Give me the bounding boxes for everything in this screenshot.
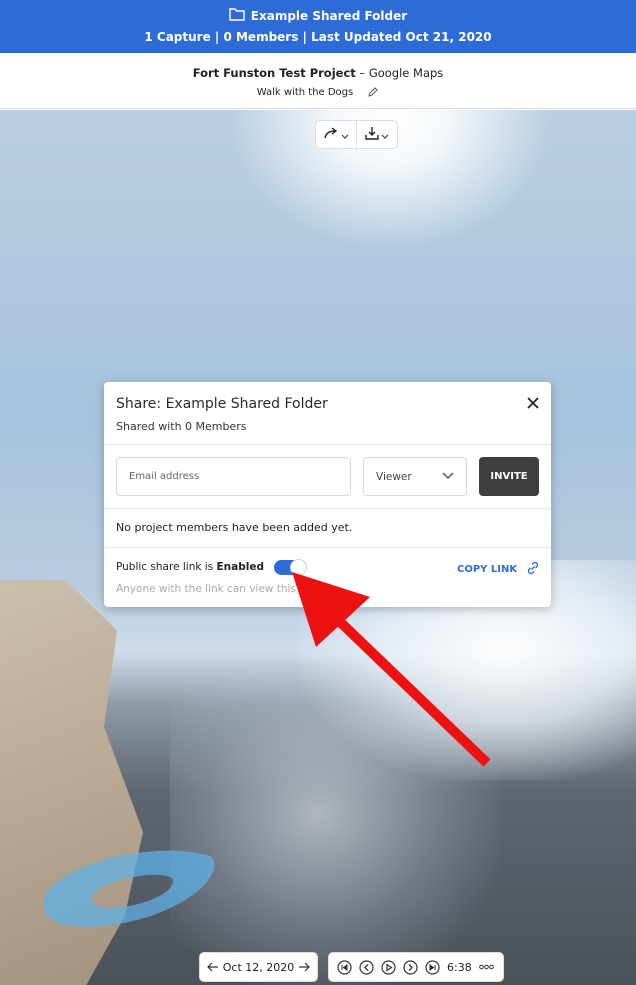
divider [104,444,551,445]
link-icon [525,560,541,579]
divider [104,547,551,548]
public-link-state: Enabled [216,561,265,573]
step-back-icon [359,959,374,975]
project-separator: – [355,66,369,80]
dialog-title: Share: Example Shared Folder [116,396,328,412]
public-link-toggle[interactable] [274,559,307,576]
skip-to-end-button[interactable] [425,959,440,975]
share-dropdown-button[interactable] [316,121,356,148]
folder-icon [229,7,245,24]
capture-date-navigator: Oct 12, 2020 [199,952,318,982]
chevron-down-icon [442,471,454,483]
project-source: Google Maps [368,66,444,80]
water-sparkle [170,670,500,985]
copy-link-label: COPY LINK [457,564,518,575]
no-members-message: No project members have been added yet. [116,521,353,534]
playback-time: 6:38 [447,960,472,974]
more-options-button[interactable] [478,960,494,975]
close-button[interactable] [525,395,541,411]
edit-pencil-icon[interactable] [367,86,379,98]
step-forward-icon [403,959,418,975]
project-header: Fort Funston Test Project – Google Maps … [0,53,636,109]
step-forward-button[interactable] [403,959,418,975]
public-link-prefix: Public share link is [116,561,217,573]
skip-to-start-button[interactable] [337,959,352,975]
skip-end-icon [425,959,440,975]
dialog-subtitle: Shared with 0 Members [116,420,247,433]
play-button[interactable] [381,959,396,975]
folder-name: Example Shared Folder [250,8,408,23]
capture-title: Walk with the Dogs [256,86,354,98]
project-title: Fort Funston Test Project – Google Maps [0,66,636,80]
download-dropdown-button[interactable] [356,121,397,148]
copy-link-button[interactable]: COPY LINK [457,560,541,579]
divider [104,508,551,509]
folder-title-row: Example Shared Folder [0,7,636,24]
arrow-right-icon [299,962,310,972]
share-arrow-icon [323,125,339,144]
previous-date-button[interactable] [206,960,220,974]
capture-title-row: Walk with the Dogs [0,86,636,98]
close-icon [527,397,539,409]
capture-date: Oct 12, 2020 [222,960,295,974]
arrow-left-icon [207,962,218,972]
capture-actions-toolbar [315,120,398,149]
chevron-down-icon [341,125,349,144]
invite-button[interactable]: INVITE [479,457,539,496]
play-icon [381,959,396,975]
email-input[interactable] [116,457,351,496]
share-dialog: Share: Example Shared Folder Shared with… [104,382,551,607]
folder-summary: 1 Capture | 0 Members | Last Updated Oct… [144,30,492,44]
public-link-status: Public share link is Enabled [116,561,264,573]
next-date-button[interactable] [297,960,311,974]
download-icon [365,125,379,144]
playback-controls: 6:38 [328,952,504,982]
project-name: Fort Funston Test Project [192,66,356,80]
toggle-knob [290,559,307,576]
navigation-ring[interactable] [40,838,220,930]
public-link-note: Anyone with the link can view this folde… [116,583,330,595]
role-select[interactable]: Viewer [363,457,467,496]
role-value: Viewer [376,470,412,483]
skip-start-icon [337,959,352,975]
step-back-button[interactable] [359,959,374,975]
chevron-down-icon [381,125,389,144]
folder-header: Example Shared Folder 1 Capture | 0 Memb… [0,0,636,53]
more-dots-icon [478,964,494,970]
